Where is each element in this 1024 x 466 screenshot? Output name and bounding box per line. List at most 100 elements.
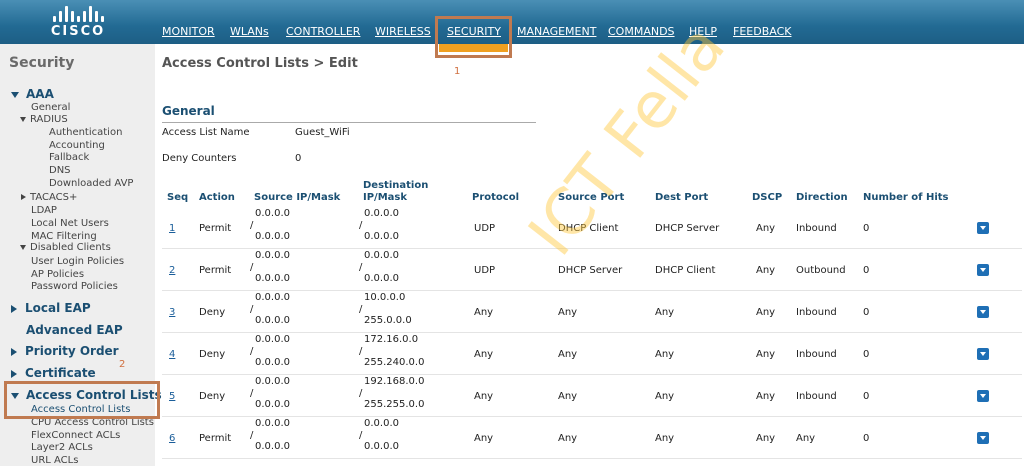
hits-cell: 0 <box>863 433 870 444</box>
sidebar-item-disabled-clients[interactable]: Disabled Clients <box>20 242 111 253</box>
row-dropdown-icon[interactable] <box>977 306 989 318</box>
row-dropdown-icon[interactable] <box>977 432 989 444</box>
source-ip: 0.0.0.0 <box>255 208 290 219</box>
sidebar-item-radius[interactable]: RADIUS <box>20 114 68 125</box>
sidebar-item-layer2-acls[interactable]: Layer2 ACLs <box>31 442 93 453</box>
expand-right-icon <box>11 347 17 356</box>
logo-text: CISCO <box>50 24 106 39</box>
row-dropdown-icon[interactable] <box>977 390 989 402</box>
protocol-cell: Any <box>474 307 494 318</box>
acl-name-value: Guest_WiFi <box>295 127 350 138</box>
seq-link[interactable]: 3 <box>169 307 175 318</box>
sidebar-item-ldap[interactable]: LDAP <box>31 205 57 216</box>
sidebar-item-url-acls[interactable]: URL ACLs <box>31 455 78 466</box>
sidebar-item-label: Certificate <box>25 366 96 380</box>
sidebar-item-general[interactable]: General <box>31 102 70 113</box>
dest-cell: 0.0.0.0 / 0.0.0.0 <box>359 418 399 453</box>
source-ip: 0.0.0.0 <box>255 376 290 387</box>
action-cell: Deny <box>199 307 226 318</box>
direction-cell: Inbound <box>796 307 837 318</box>
sidebar-item-advanced-eap[interactable]: Advanced EAP <box>26 323 123 337</box>
dest-mask: 0.0.0.0 <box>364 273 399 284</box>
table-row: 2 Permit 0.0.0.0 / 0.0.0.0 0.0.0.0 / 0.0… <box>162 249 1022 291</box>
protocol-cell: Any <box>474 349 494 360</box>
direction-cell: Inbound <box>796 391 837 402</box>
action-cell: Permit <box>199 223 232 234</box>
hits-cell: 0 <box>863 265 870 276</box>
sidebar-item-aaa[interactable]: AAA <box>11 87 54 101</box>
dest-cell: 172.16.0.0 / 255.240.0.0 <box>359 334 424 369</box>
header-direction: Direction <box>796 192 848 203</box>
dest-mask: 255.0.0.0 <box>364 315 412 326</box>
source-cell: 0.0.0.0 / 0.0.0.0 <box>250 334 290 369</box>
source-port-cell: Any <box>558 391 578 402</box>
seq-link[interactable]: 4 <box>169 349 175 360</box>
source-cell: 0.0.0.0 / 0.0.0.0 <box>250 376 290 411</box>
action-cell: Permit <box>199 265 232 276</box>
sidebar-item-local-net-users[interactable]: Local Net Users <box>31 218 109 229</box>
dest-mask: 0.0.0.0 <box>364 231 399 242</box>
slash: / <box>359 261 363 273</box>
sidebar-item-ap-policies[interactable]: AP Policies <box>31 269 84 280</box>
dest-ip: 172.16.0.0 <box>364 334 419 345</box>
sidebar-item-authentication[interactable]: Authentication <box>49 127 122 138</box>
header-dest-port: Dest Port <box>655 192 709 203</box>
dest-port-cell: DHCP Client <box>655 265 716 276</box>
action-cell: Permit <box>199 433 232 444</box>
source-port-cell: Any <box>558 433 578 444</box>
header-action: Action <box>199 192 235 203</box>
source-ip: 0.0.0.0 <box>255 418 290 429</box>
seq-link[interactable]: 2 <box>169 265 175 276</box>
nav-controller[interactable]: CONTROLLER <box>286 25 360 38</box>
nav-commands[interactable]: COMMANDS <box>608 25 675 38</box>
dest-cell: 192.168.0.0 / 255.255.0.0 <box>359 376 424 411</box>
seq-link[interactable]: 5 <box>169 391 175 402</box>
sidebar-item-priority-order[interactable]: Priority Order <box>11 344 119 358</box>
sidebar-item-tacacs[interactable]: TACACS+ <box>21 192 77 203</box>
direction-cell: Any <box>796 433 816 444</box>
row-dropdown-icon[interactable] <box>977 264 989 276</box>
nav-management[interactable]: MANAGEMENT <box>517 25 596 38</box>
acl-name-label: Access List Name <box>162 127 250 138</box>
source-ip: 0.0.0.0 <box>255 250 290 261</box>
sidebar-item-accounting[interactable]: Accounting <box>49 140 105 151</box>
dest-port-cell: DHCP Server <box>655 223 720 234</box>
seq-link[interactable]: 1 <box>169 223 175 234</box>
seq-link[interactable]: 6 <box>169 433 175 444</box>
main-content: Access Control Lists > Edit General Acce… <box>155 11 1024 466</box>
header-seq: Seq <box>167 192 189 203</box>
sidebar-item-password-policies[interactable]: Password Policies <box>31 281 118 292</box>
source-ip: 0.0.0.0 <box>255 334 290 345</box>
header-dest-bottom: IP/Mask <box>363 192 408 203</box>
sidebar-item-fallback[interactable]: Fallback <box>49 152 89 163</box>
dest-ip: 10.0.0.0 <box>364 292 406 303</box>
dest-ip: 0.0.0.0 <box>364 208 399 219</box>
sidebar-item-mac-filtering[interactable]: MAC Filtering <box>31 231 97 242</box>
sidebar-item-local-eap[interactable]: Local EAP <box>11 301 91 315</box>
nav-help[interactable]: HELP <box>689 25 717 38</box>
dscp-cell: Any <box>756 349 776 360</box>
nav-wlans[interactable]: WLANs <box>230 25 269 38</box>
protocol-cell: UDP <box>474 265 496 276</box>
nav-monitor[interactable]: MONITOR <box>162 25 215 38</box>
row-dropdown-icon[interactable] <box>977 222 989 234</box>
dest-cell: 10.0.0.0 / 255.0.0.0 <box>359 292 412 327</box>
sidebar-item-dns[interactable]: DNS <box>49 165 71 176</box>
expand-down-icon <box>11 91 19 98</box>
row-dropdown-icon[interactable] <box>977 348 989 360</box>
header-dscp: DSCP <box>752 192 783 203</box>
sidebar-item-certificate[interactable]: Certificate <box>11 366 96 380</box>
sidebar-item-label: TACACS+ <box>30 192 78 203</box>
dest-mask: 255.240.0.0 <box>364 357 425 368</box>
slash: / <box>359 429 363 441</box>
deny-counters-label: Deny Counters <box>162 153 237 164</box>
nav-wireless[interactable]: WIRELESS <box>375 25 431 38</box>
sidebar-item-user-login-policies[interactable]: User Login Policies <box>31 256 124 267</box>
header-hits: Number of Hits <box>863 192 949 203</box>
nav-feedback[interactable]: FEEDBACK <box>733 25 791 38</box>
sidebar-item-downloaded-avp[interactable]: Downloaded AVP <box>49 178 133 189</box>
action-cell: Deny <box>199 349 226 360</box>
dest-port-cell: Any <box>655 391 675 402</box>
dest-port-cell: Any <box>655 307 675 318</box>
sidebar-item-flexconnect-acls[interactable]: FlexConnect ACLs <box>31 430 120 441</box>
